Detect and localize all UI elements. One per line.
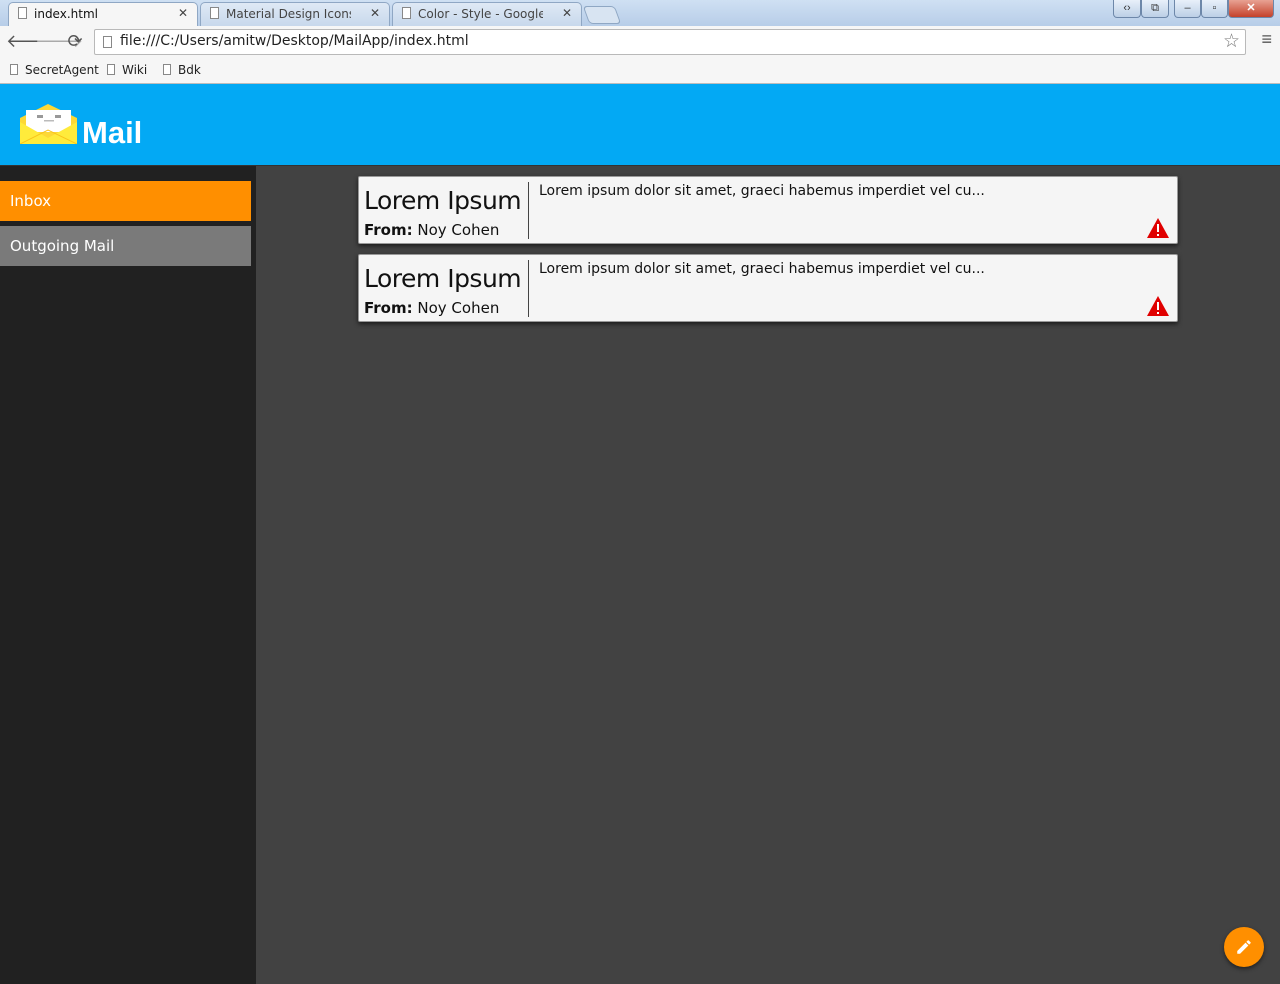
mail-subject: Lorem Ipsum — [364, 264, 522, 293]
new-tab-button[interactable] — [582, 6, 622, 24]
app-header: Mail — [0, 84, 1280, 166]
forward-arrow-icon[interactable]: 🡒 — [35, 30, 83, 52]
page-icon — [402, 7, 411, 19]
tab-index-html[interactable]: index.html ✕ — [8, 2, 198, 26]
bookmark-wiki[interactable]: Wiki — [107, 63, 147, 77]
sidebar: Inbox Outgoing Mail — [0, 166, 256, 984]
bookmark-label: Bdk — [178, 63, 201, 77]
tab-title: index.html — [34, 7, 98, 21]
pencil-icon — [1237, 940, 1251, 954]
mail-preview: Lorem ipsum dolor sit amet, graeci habem… — [539, 261, 985, 277]
devtools-icon[interactable]: ‹› — [1113, 0, 1141, 18]
page-icon — [18, 7, 27, 19]
mail-item[interactable]: Lorem Ipsum From: Noy Cohen Lorem ipsum … — [358, 176, 1178, 244]
from-label: From: — [364, 299, 413, 317]
tab-material-design-icons[interactable]: Material Design Icons ✕ — [200, 2, 390, 26]
mail-item[interactable]: Lorem Ipsum From: Noy Cohen Lorem ipsum … — [358, 254, 1178, 322]
bookmark-label: SecretAgent — [25, 63, 99, 77]
warning-icon — [1147, 218, 1169, 238]
warning-icon — [1147, 296, 1169, 316]
browser-tabstrip: index.html ✕ Material Design Icons ✕ Col… — [0, 0, 1280, 26]
minimize-icon[interactable]: – — [1174, 0, 1201, 18]
compose-button[interactable] — [1224, 927, 1264, 967]
page-icon — [10, 64, 18, 75]
page-icon — [103, 36, 112, 48]
address-url[interactable]: file:///C:/Users/amitw/Desktop/MailApp/i… — [120, 33, 469, 49]
mail-subject: Lorem Ipsum — [364, 186, 522, 215]
tab-title: Color - Style - Google desi — [418, 7, 543, 21]
page-icon — [107, 64, 115, 75]
close-icon[interactable]: ✕ — [370, 6, 380, 20]
back-arrow-icon[interactable]: 🡐 — [6, 30, 54, 52]
envelope-logo-icon — [20, 104, 77, 144]
mail-sender: From: Noy Cohen — [364, 299, 499, 317]
sender-name: Noy Cohen — [412, 221, 500, 239]
bookmark-star-icon[interactable]: ☆ — [1223, 30, 1240, 53]
divider — [528, 260, 529, 317]
restore-window-icon[interactable]: ⧉ — [1141, 0, 1169, 18]
address-bar[interactable]: file:///C:/Users/amitw/Desktop/MailApp/i… — [94, 29, 1246, 55]
bookmark-secretagent[interactable]: SecretAgent — [10, 63, 99, 77]
reload-icon[interactable]: ⟳ — [64, 30, 86, 52]
sender-name: Noy Cohen — [412, 299, 500, 317]
tab-color-style[interactable]: Color - Style - Google desi ✕ — [392, 2, 582, 26]
sidebar-item-outgoing-mail[interactable]: Outgoing Mail — [0, 226, 251, 266]
page-icon — [210, 7, 219, 19]
mail-preview: Lorem ipsum dolor sit amet, graeci habem… — [539, 183, 985, 199]
app-title: Mail — [82, 115, 143, 150]
tab-title: Material Design Icons — [226, 7, 351, 21]
from-label: From: — [364, 221, 413, 239]
mail-list: Lorem Ipsum From: Noy Cohen Lorem ipsum … — [256, 166, 1280, 984]
mail-sender: From: Noy Cohen — [364, 221, 499, 239]
browser-menu-icon[interactable]: ≡ — [1261, 29, 1272, 50]
bookmarks-bar: SecretAgent Wiki Bdk — [0, 58, 1280, 84]
divider — [528, 182, 529, 239]
bookmark-label: Wiki — [122, 63, 148, 77]
maximize-icon[interactable]: ▫ — [1201, 0, 1228, 18]
browser-toolbar: 🡐 🡒 ⟳ file:///C:/Users/amitw/Desktop/Mai… — [0, 26, 1280, 58]
page-icon — [163, 64, 171, 75]
bookmark-bdk[interactable]: Bdk — [163, 63, 201, 77]
close-icon[interactable]: ✕ — [562, 6, 572, 20]
sidebar-item-inbox[interactable]: Inbox — [0, 181, 251, 221]
window-close-icon[interactable]: ✕ — [1228, 0, 1274, 18]
close-icon[interactable]: ✕ — [178, 6, 188, 20]
